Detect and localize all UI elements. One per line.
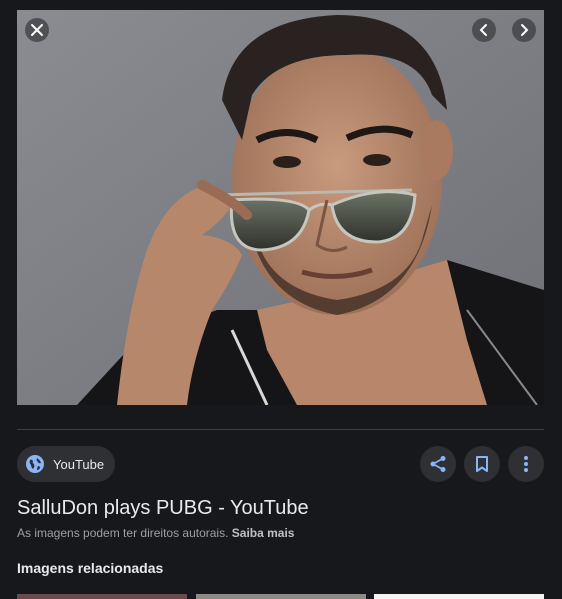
save-button[interactable] (464, 446, 500, 482)
more-vert-icon (524, 456, 528, 472)
image-viewer-panel: YouTube SalluDon plays PUBG - YouTube As… (0, 0, 562, 599)
preview-image[interactable] (17, 10, 544, 405)
result-title[interactable]: SalluDon plays PUBG - YouTube (17, 497, 309, 520)
related-image-thumbnail[interactable] (17, 594, 187, 599)
close-icon (31, 24, 43, 36)
previous-image-button[interactable] (472, 18, 496, 42)
chevron-left-icon (479, 24, 487, 36)
learn-more-link[interactable]: Saiba mais (232, 526, 295, 540)
copyright-notice: As imagens podem ter direitos autorais. … (17, 526, 294, 540)
chevron-right-icon (521, 24, 529, 36)
source-chip[interactable]: YouTube (17, 446, 116, 482)
preview-image-illustration (17, 10, 544, 405)
share-button[interactable] (420, 446, 456, 482)
close-button[interactable] (25, 18, 49, 42)
source-name: YouTube (53, 456, 105, 472)
related-images-heading: Imagens relacionadas (17, 560, 164, 576)
copyright-text: As imagens podem ter direitos autorais. (17, 526, 229, 540)
next-image-button[interactable] (512, 18, 536, 42)
bookmark-icon (476, 456, 488, 472)
share-icon (430, 456, 446, 472)
divider (17, 429, 544, 430)
more-options-button[interactable] (508, 446, 544, 482)
related-image-thumbnail[interactable] (196, 594, 366, 599)
related-image-thumbnail[interactable] (374, 594, 544, 599)
globe-icon (25, 454, 45, 474)
